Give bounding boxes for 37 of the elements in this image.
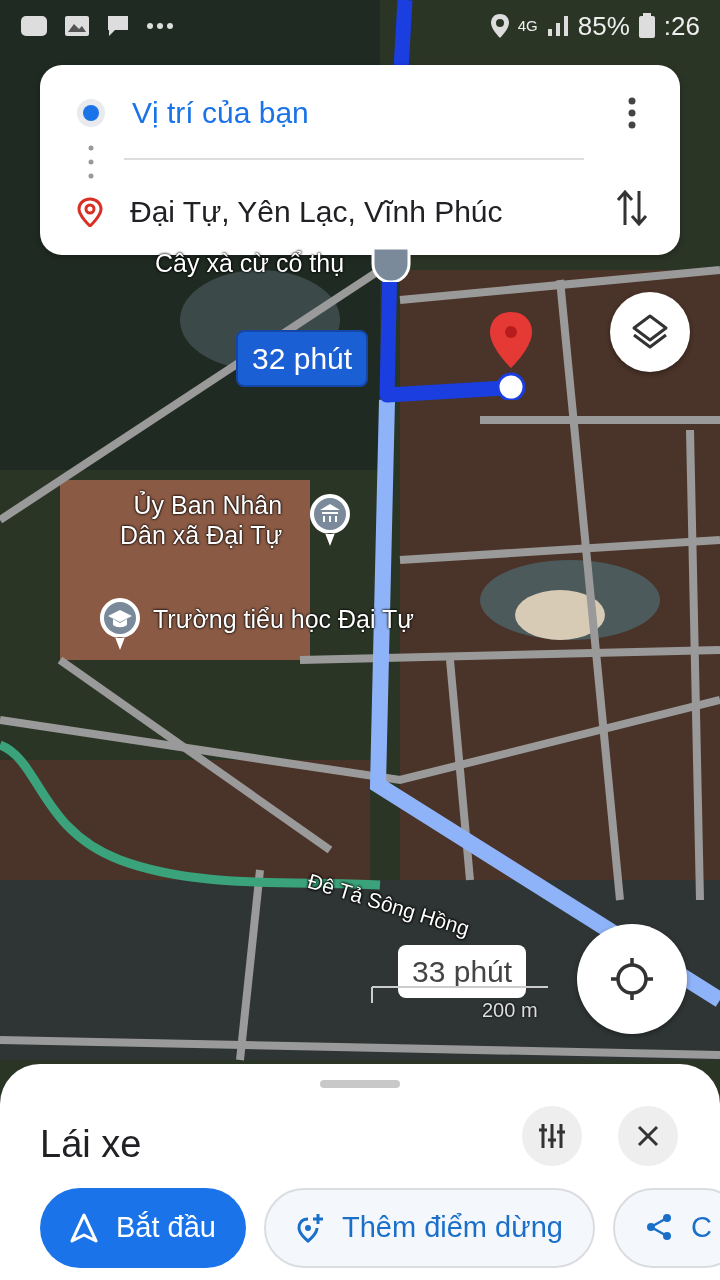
share-button[interactable]: C — [612, 1188, 720, 1268]
sheet-title: Lái xe — [40, 1122, 142, 1167]
navigation-arrow-icon — [70, 1213, 98, 1243]
scale-label: 200 m — [482, 1000, 538, 1020]
crosshair-icon — [609, 956, 655, 1002]
more-options-icon[interactable] — [628, 97, 636, 129]
current-location-icon — [76, 97, 106, 128]
place-label: Ủy Ban Nhân Dân xã Đại Tự — [120, 490, 283, 550]
more-icon — [146, 22, 174, 30]
battery-percent: 85% — [577, 9, 630, 43]
scale-bar-icon — [370, 985, 550, 1005]
add-stop-pin-icon — [296, 1213, 324, 1243]
signal-icon — [545, 15, 570, 37]
school-pin-icon — [97, 596, 143, 652]
drag-handle[interactable] — [320, 1080, 400, 1088]
message-icon — [106, 14, 130, 38]
route-time-callout[interactable]: 33 phút — [398, 945, 527, 998]
swap-icon[interactable] — [615, 189, 649, 227]
destination-pin-icon — [76, 196, 104, 227]
destination-field[interactable]: Đại Tự, Yên Lạc, Vĩnh Phúc — [130, 189, 503, 234]
clock: :26 — [663, 9, 700, 43]
place-label: Cây xà cừ cổ thụ — [155, 248, 345, 278]
route-time-callout[interactable]: 32 phút — [236, 330, 369, 387]
app-notification-icon — [20, 15, 48, 37]
route-dots-icon — [88, 145, 94, 179]
town-hall-pin-icon — [307, 492, 353, 548]
image-icon — [64, 15, 90, 37]
location-icon — [489, 13, 510, 39]
start-button[interactable]: Bắt đầu — [40, 1188, 246, 1268]
layers-icon — [631, 313, 669, 351]
origin-field[interactable]: Vị trí của bạn — [132, 90, 309, 135]
road-label: Đê Tả Sông Hồng — [304, 868, 473, 942]
network-type: 4G — [517, 15, 538, 36]
add-stop-button[interactable]: Thêm điểm dừng — [264, 1188, 595, 1268]
sliders-icon — [538, 1122, 566, 1150]
share-icon — [644, 1213, 673, 1243]
close-icon — [636, 1124, 660, 1148]
